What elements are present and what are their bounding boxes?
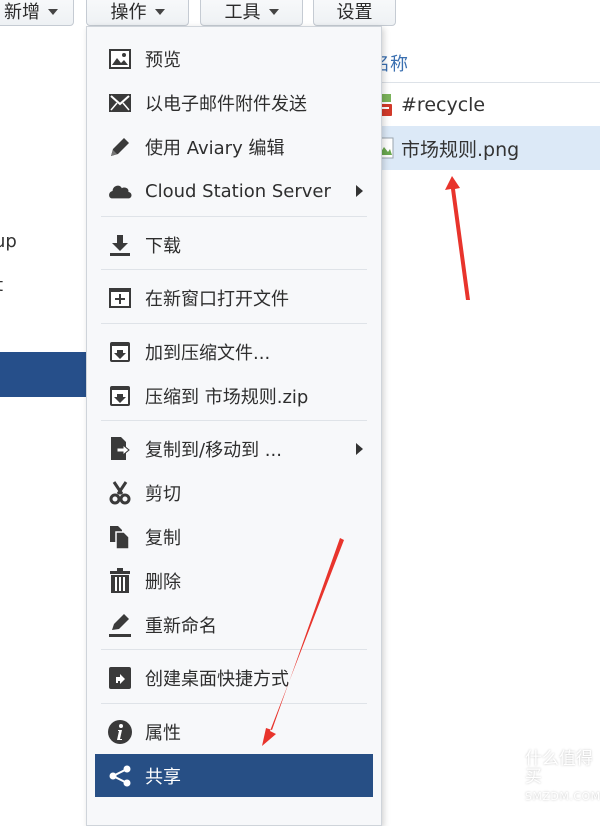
column-header: 名称: [372, 40, 600, 83]
menu-item-preview[interactable]: 预览: [95, 38, 373, 80]
menu-item-share[interactable]: 共享: [95, 754, 373, 797]
copy-icon: [107, 524, 133, 550]
file-name: #recycle: [401, 94, 486, 116]
menu-item-label: 以电子邮件附件发送: [145, 94, 307, 115]
menu-item-cut[interactable]: 剪切: [95, 472, 373, 514]
left-tree-item-selected[interactable]: [0, 352, 95, 397]
settings-button-label: 设置: [336, 2, 373, 23]
menu-item-cloud-station[interactable]: Cloud Station Server: [95, 170, 373, 212]
scissors-icon: [107, 480, 133, 506]
menu-item-label: 预览: [145, 50, 181, 71]
trash-icon: [107, 568, 133, 594]
menu-item-label: 在新窗口打开文件: [145, 289, 289, 310]
file-name: 市场规则.png: [401, 138, 520, 161]
menu-item-compress-to-zip[interactable]: 压缩到 市场规则.zip: [95, 375, 373, 417]
submenu-arrow-icon: [356, 185, 363, 197]
cloud-icon: [107, 178, 133, 204]
menu-item-label: 重新命名: [145, 616, 217, 637]
watermark-text: 什么值得买 SMZDM.COM: [525, 750, 600, 806]
menu-separator: [101, 420, 367, 421]
smzdm-watermark: 值 什么值得买 SMZDM.COM: [474, 750, 600, 806]
menu-item-email-attachment[interactable]: 以电子邮件附件发送: [95, 82, 373, 124]
menu-separator: [101, 703, 367, 704]
menu-item-label: 复制: [145, 528, 181, 549]
menu-item-label: Cloud Station Server: [145, 180, 331, 202]
menu-separator: [101, 649, 367, 650]
share-icon: [107, 763, 133, 789]
menu-item-label: 创建桌面快捷方式: [145, 669, 289, 690]
menu-separator: [101, 269, 367, 270]
left-tree-item[interactable]: up: [0, 231, 17, 252]
menu-item-properties[interactable]: 属性: [95, 711, 373, 753]
context-menu: 预览 以电子邮件附件发送 使用 Aviary 编辑 Cloud Station …: [86, 26, 382, 826]
menu-separator: [101, 323, 367, 324]
menu-item-aviary-edit[interactable]: 使用 Aviary 编辑: [95, 126, 373, 168]
action-button-label: 操作: [110, 2, 147, 23]
watermark-line1: 什么值得买: [524, 749, 593, 787]
menu-item-label: 压缩到 市场规则.zip: [145, 387, 309, 408]
menu-item-copy[interactable]: 复制: [95, 516, 373, 558]
red-arrow-to-file: [445, 176, 470, 300]
rename-icon: [107, 612, 133, 638]
left-tree-item[interactable]: t: [0, 275, 3, 296]
menu-separator: [101, 216, 367, 217]
menu-item-copy-move-to[interactable]: 复制到/移动到 ...: [95, 428, 373, 470]
settings-button[interactable]: 设置: [313, 0, 396, 26]
menu-item-label: 共享: [145, 766, 181, 788]
envelope-icon: [107, 90, 133, 116]
menu-item-label: 加到压缩文件...: [145, 343, 271, 364]
copy-move-icon: [107, 436, 133, 462]
tools-button-label: 工具: [224, 2, 261, 23]
menu-item-label: 复制到/移动到 ...: [145, 440, 282, 461]
chevron-down-icon: [48, 9, 58, 15]
chevron-down-icon: [154, 9, 165, 15]
archive-add-icon: [107, 339, 133, 365]
watermark-logo: 值: [474, 754, 519, 802]
watermark-line2: SMZDM.COM: [524, 790, 600, 803]
menu-item-label: 删除: [145, 572, 181, 593]
chevron-down-icon: [268, 9, 279, 15]
menu-item-download[interactable]: 下载: [95, 224, 373, 266]
menu-item-delete[interactable]: 删除: [95, 560, 373, 602]
menu-item-label: 剪切: [145, 484, 181, 505]
shortcut-icon: [107, 665, 133, 691]
new-button-label: 新增: [4, 2, 40, 23]
archive-icon: [107, 383, 133, 409]
download-icon: [107, 232, 133, 258]
image-icon: [107, 46, 133, 72]
menu-item-create-shortcut[interactable]: 创建桌面快捷方式: [95, 657, 373, 699]
tools-button[interactable]: 工具: [200, 0, 303, 26]
file-row-selected[interactable]: 市场规则.png: [375, 126, 600, 170]
new-button[interactable]: 新增: [0, 0, 74, 26]
menu-item-rename[interactable]: 重新命名: [95, 604, 373, 646]
file-row[interactable]: #recycle: [375, 83, 600, 127]
menu-item-open-new-window[interactable]: 在新窗口打开文件: [95, 277, 373, 319]
menu-item-label: 使用 Aviary 编辑: [145, 138, 285, 159]
action-button[interactable]: 操作: [86, 0, 189, 26]
new-window-icon: [107, 285, 133, 311]
pencil-icon: [107, 134, 133, 160]
menu-item-add-to-archive[interactable]: 加到压缩文件...: [95, 331, 373, 373]
info-icon: [107, 719, 133, 745]
submenu-arrow-icon: [356, 443, 363, 455]
menu-item-label: 下载: [145, 236, 181, 257]
menu-item-label: 属性: [145, 723, 181, 744]
